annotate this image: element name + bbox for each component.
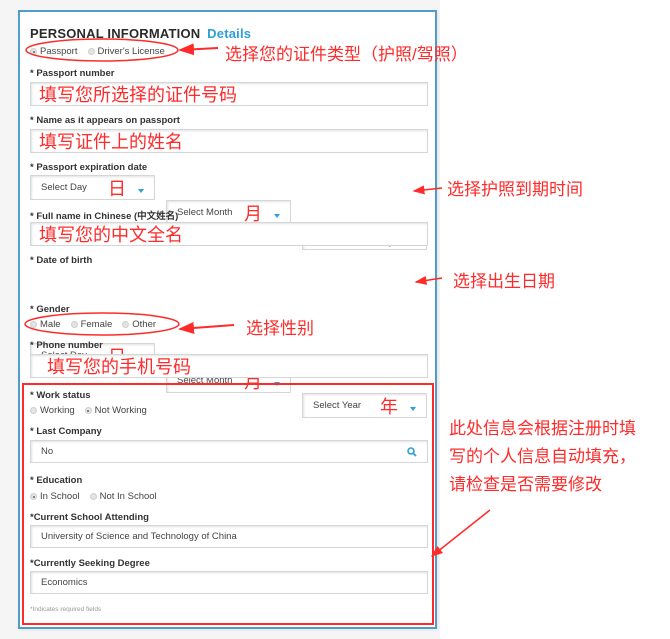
- highlight-ellipse-id-type: [25, 38, 179, 62]
- arrow-id-type: [178, 43, 219, 56]
- highlight-ellipse-gender: [24, 312, 180, 336]
- arrow-birth: [414, 275, 443, 285]
- arrow-expiration: [412, 185, 443, 195]
- arrow-autofill: [430, 509, 491, 557]
- annotation-overlay: [24, 38, 491, 557]
- arrow-gender: [178, 321, 235, 334]
